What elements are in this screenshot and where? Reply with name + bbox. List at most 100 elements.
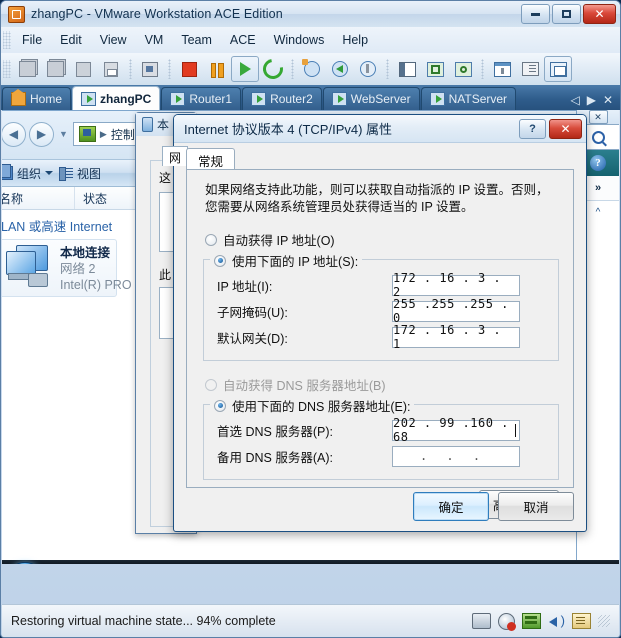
take-snapshot-icon: [302, 59, 320, 77]
toolbar-group-snapshot: [298, 56, 382, 82]
close-button[interactable]: ✕: [583, 4, 616, 24]
column-header-name[interactable]: 名称: [2, 187, 75, 209]
tab-general[interactable]: 常规: [186, 148, 236, 169]
menu-help[interactable]: Help: [333, 30, 377, 50]
menu-edit[interactable]: Edit: [51, 30, 91, 50]
manage-snapshots-button[interactable]: [354, 56, 382, 82]
cancel-button[interactable]: 取消: [498, 492, 574, 521]
menu-view[interactable]: View: [91, 30, 136, 50]
forward-button[interactable]: ▶: [29, 121, 54, 147]
menu-file[interactable]: File: [13, 30, 51, 50]
network-adapter-icon[interactable]: [522, 613, 541, 629]
dialog-footer: 确定 取消: [413, 492, 574, 521]
status-message: Restoring virtual machine state... 94% c…: [11, 614, 276, 628]
new-virtual-machine-button[interactable]: [69, 56, 97, 82]
back-button[interactable]: ◀: [2, 121, 26, 147]
menu-grip[interactable]: [3, 31, 11, 49]
vmware-workstation-window: zhangPC - VMware Workstation ACE Edition…: [0, 0, 621, 638]
summary-icon: [521, 62, 539, 76]
tab-next-icon[interactable]: ▶: [587, 93, 596, 107]
summary-view-button[interactable]: [516, 56, 544, 82]
search-icon: [591, 130, 605, 144]
preferred-dns-input[interactable]: 202 . 99 .160 . 68: [392, 416, 520, 444]
ip-address-input[interactable]: 172 . 16 . 3 . 2: [392, 271, 520, 299]
open-button[interactable]: [136, 56, 164, 82]
new-team-button[interactable]: [97, 56, 125, 82]
console-view-button[interactable]: [544, 56, 572, 82]
quick-switch-button[interactable]: [449, 56, 477, 82]
dns-manual-radio[interactable]: 使用下面的 DNS 服务器地址(E):: [210, 396, 415, 415]
suspend-button[interactable]: [203, 56, 231, 82]
edit-vm-settings-button[interactable]: [488, 56, 516, 82]
sidebar-icon: [398, 61, 416, 77]
dns-auto-radio[interactable]: 自动获得 DNS 服务器地址(B): [187, 361, 573, 394]
revert-to-snapshot-button[interactable]: [326, 56, 354, 82]
breadcrumb-separator-icon: ▶: [99, 128, 107, 139]
dialog-help-button[interactable]: ?: [519, 119, 546, 139]
tab-zhangpc[interactable]: zhangPC: [72, 86, 161, 110]
toolbar-grip[interactable]: [3, 60, 11, 78]
tab-home[interactable]: Home: [2, 87, 72, 110]
title-bar: zhangPC - VMware Workstation ACE Edition…: [1, 1, 620, 28]
menu-vm[interactable]: VM: [136, 30, 173, 50]
start-button[interactable]: [7, 562, 43, 564]
reset-button[interactable]: [259, 55, 287, 83]
tab-webserver[interactable]: WebServer: [322, 87, 420, 110]
stop-icon: [181, 61, 197, 77]
subnet-mask-label: 子网掩码(U):: [217, 305, 288, 320]
open-icon: [142, 61, 158, 77]
menu-windows[interactable]: Windows: [265, 30, 334, 50]
tab-label: Router2: [270, 92, 313, 106]
notes-icon[interactable]: [572, 613, 591, 629]
full-screen-button[interactable]: [421, 56, 449, 82]
intro-line-2: 您需要从网络系统管理员处获得适当的 IP 设置。: [205, 200, 474, 214]
vm-icon: [170, 92, 186, 106]
preferred-dns-label: 首选 DNS 服务器(P):: [217, 424, 333, 439]
ip-address-row: IP 地址(I): 172 . 16 . 3 . 2: [204, 271, 558, 299]
dialog-close-button[interactable]: ✕: [549, 119, 582, 139]
tab-router1[interactable]: Router1: [161, 87, 242, 110]
menu-ace[interactable]: ACE: [221, 30, 265, 50]
ip-auto-radio[interactable]: 自动获得 IP 地址(O): [187, 216, 573, 249]
alternate-dns-input[interactable]: . . .: [392, 445, 520, 467]
close-icon[interactable]: ✕: [588, 110, 608, 124]
list-item[interactable]: 本地连接 网络 2 Intel(R) PRO: [2, 239, 132, 297]
tab-label: zhangPC: [100, 91, 152, 106]
recent-pages-icon[interactable]: ▼: [59, 129, 68, 139]
take-snapshot-button[interactable]: [298, 56, 326, 82]
cd-drive-disconnected-icon[interactable]: [498, 612, 516, 631]
tab-prev-icon[interactable]: ◁: [570, 93, 579, 107]
ip-manual-group: 使用下面的 IP 地址(S): IP 地址(I): 172 . 16 . 3 .…: [203, 251, 559, 361]
dialog-title: Internet 协议版本 4 (TCP/IPv4) 属性: [184, 122, 393, 137]
power-off-button[interactable]: [175, 56, 203, 82]
alternate-dns-label: 备用 DNS 服务器(A):: [217, 450, 333, 465]
connection-name: 本地连接: [60, 246, 111, 260]
views-button[interactable]: 视图: [59, 165, 101, 182]
maximize-button[interactable]: [552, 4, 581, 24]
tab-natserver[interactable]: NATServer: [420, 87, 517, 110]
tab-label: Router1: [189, 92, 233, 106]
tcpipv4-properties-dialog: Internet 协议版本 4 (TCP/IPv4) 属性 ? ✕ 常规 如果网…: [173, 114, 587, 532]
ip-manual-radio[interactable]: 使用下面的 IP 地址(S):: [210, 251, 363, 270]
lan-dialog-tab[interactable]: 网: [162, 146, 189, 166]
menu-team[interactable]: Team: [172, 30, 221, 50]
hard-disk-icon[interactable]: [472, 613, 491, 629]
sound-icon[interactable]: [548, 613, 565, 628]
power-off-this-vm-button[interactable]: [41, 56, 69, 82]
tab-close-icon[interactable]: ✕: [603, 93, 613, 107]
show-sidebar-button[interactable]: [393, 56, 421, 82]
power-on-button[interactable]: [231, 56, 259, 82]
minimize-button[interactable]: [521, 4, 550, 24]
tab-router2[interactable]: Router2: [242, 87, 322, 110]
default-gateway-input[interactable]: 172 . 16 . 3 . 1: [392, 323, 520, 351]
connection-adapter: Intel(R) PRO: [60, 278, 132, 292]
radio-dot-selected: [214, 254, 226, 267]
resize-grip[interactable]: [598, 615, 610, 627]
vm-icon: [251, 92, 267, 106]
vm-icon: [81, 91, 97, 106]
power-on-this-vm-button[interactable]: [13, 56, 41, 82]
organize-button[interactable]: 组织: [2, 164, 54, 182]
vmware-icon: [8, 5, 25, 23]
subnet-mask-input[interactable]: 255 .255 .255 . 0: [392, 297, 520, 325]
ok-button[interactable]: 确定: [413, 492, 489, 521]
